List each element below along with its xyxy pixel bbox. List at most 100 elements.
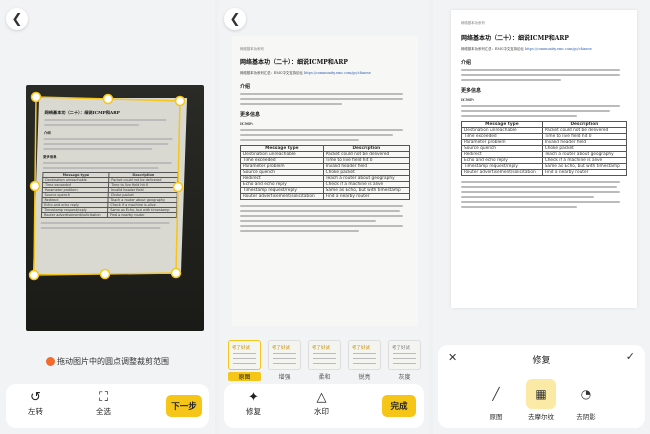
text-line	[240, 210, 400, 212]
thumb-line	[393, 363, 416, 364]
thumb-line	[233, 353, 256, 354]
thumb-text: 考了好试	[312, 346, 330, 351]
select-all-button[interactable]: ⛶ 全选	[96, 390, 111, 417]
table-cell: Same as Echo, but with timestamp	[322, 187, 411, 194]
pen-icon: ╱	[492, 387, 500, 401]
doc-section: 介绍	[240, 84, 251, 90]
back-button[interactable]: ❮	[6, 8, 28, 30]
thumb-line	[353, 358, 376, 359]
filter-sharp[interactable]: 考了好试 锐亮	[348, 340, 381, 381]
thumb-text: 考了好试	[272, 346, 290, 351]
thumb-line	[233, 358, 256, 359]
thumb-line	[273, 358, 296, 359]
tool-label: 水印	[314, 407, 329, 416]
text-line	[240, 98, 404, 100]
done-button[interactable]: 完成	[382, 395, 416, 417]
text-line	[461, 105, 621, 107]
moire-icon: ▦	[526, 379, 556, 409]
crop-handle-bottom-left[interactable]	[28, 269, 40, 281]
doc-source: 网络基本功系列汇总：EMC中文支持论坛 https://community.em…	[240, 70, 410, 75]
thumb-line	[393, 353, 416, 354]
text-line	[461, 69, 621, 71]
tool-label: 修复	[246, 407, 261, 416]
crop-handle-top-left[interactable]	[30, 91, 42, 103]
filter-strip: 考了好试 原图 考了好试 增强 考了好试 柔和 考了好试 锐亮 考了好试 灰度	[228, 340, 423, 381]
repair-option-shadow[interactable]: ◔ 去阴影	[566, 379, 606, 421]
text-line	[461, 110, 611, 112]
crop-handle-bottom-right[interactable]	[170, 267, 182, 279]
doc-source-link: https://community.emc.com/go/chinese	[524, 47, 592, 51]
repair-option-label: 去阴影	[576, 413, 596, 421]
filter-enhance[interactable]: 考了好试 增强	[268, 340, 301, 381]
text-line	[461, 181, 621, 183]
doc-section: 介绍	[461, 60, 472, 66]
crop-hint-text: 拖动图片中的圆点调整裁剪范围	[57, 357, 169, 366]
doc-title: 网络基本功（二十）：细说ICMP和ARP	[240, 59, 348, 66]
text-line	[461, 191, 621, 193]
text-line	[240, 225, 404, 227]
table-cell: Teach a router about geography	[541, 151, 628, 158]
icmp-table: Message type Description Destination unre…	[240, 145, 411, 200]
crop-frame	[28, 91, 186, 281]
repair-panel: ✕ 修复 ✓ ╱ 原图 ▦ 去摩尔纹 ◔ 去阴影	[438, 345, 645, 428]
text-line	[461, 186, 618, 188]
crop-handle-bottom[interactable]	[99, 268, 111, 280]
icmp-table: Message type Description Destination unre…	[461, 121, 628, 176]
select-all-icon: ⛶	[98, 390, 109, 405]
crop-toolbar: ↺ 左转 ⛶ 全选 下一步	[6, 384, 209, 428]
text-line	[240, 205, 404, 207]
filter-grayscale[interactable]: 考了好试 灰度	[388, 340, 421, 381]
next-step-button[interactable]: 下一步	[166, 395, 202, 417]
doc-title: 网络基本功（二十）：细说ICMP和ARP	[461, 35, 569, 42]
thumb-line	[273, 363, 296, 364]
filter-thumbnail: 考了好试	[388, 340, 421, 370]
repair-icon: ✦	[248, 390, 259, 405]
repair-option-original[interactable]: ╱ 原图	[476, 379, 516, 421]
back-button[interactable]: ❮	[224, 8, 246, 30]
filter-original[interactable]: 考了好试 原图	[228, 340, 261, 381]
crop-handle-top[interactable]	[102, 93, 114, 105]
repair-option-label: 去摩尔纹	[528, 413, 554, 421]
filter-soft[interactable]: 考了好试 柔和	[308, 340, 341, 381]
thumb-line	[273, 353, 296, 354]
filter-thumbnail: 考了好试	[348, 340, 381, 370]
crop-handle-top-right[interactable]	[174, 95, 186, 107]
filter-label: 柔和	[318, 374, 331, 381]
table-row: Destination unreachable Packet could not …	[461, 127, 628, 134]
crop-handle-left[interactable]	[29, 180, 41, 192]
table-cell: Router advertisement/solicitation	[240, 193, 324, 200]
text-line	[240, 220, 376, 222]
filter-label: 增强	[278, 374, 291, 381]
thumb-text: 考了好试	[352, 346, 370, 351]
doc-section: 更多信息	[240, 112, 261, 118]
text-line	[461, 206, 578, 208]
filter-thumbnail: 考了好试	[268, 340, 301, 370]
crop-handle-right[interactable]	[172, 181, 184, 193]
filter-screen: ❮ 网络基本功系列 网络基本功（二十）：细说ICMP和ARP 网络基本功系列汇总…	[218, 0, 430, 434]
repair-button[interactable]: ✦ 修复	[246, 390, 261, 417]
doc-section: 更多信息	[461, 88, 482, 94]
table-row: Destination unreachable Packet could not …	[240, 151, 411, 158]
thumb-line	[353, 363, 376, 364]
shadow-icon: ◔	[580, 387, 592, 401]
filter-toolbar: ✦ 修复 △ 水印 完成	[224, 384, 424, 428]
check-icon[interactable]: ✓	[626, 350, 635, 363]
table-cell: Router advertisement/solicitation	[461, 169, 543, 176]
repair-option-moire[interactable]: ▦ 去摩尔纹	[521, 379, 561, 421]
text-line	[461, 79, 561, 81]
watermark-button[interactable]: △ 水印	[314, 390, 329, 417]
rotate-left-button[interactable]: ↺ 左转	[28, 390, 43, 417]
rotate-left-icon: ↺	[30, 390, 41, 405]
text-line	[240, 230, 359, 232]
thumb-line	[313, 363, 336, 364]
text-line	[240, 103, 342, 105]
document-preview: 网络基本功系列 网络基本功（二十）：细说ICMP和ARP 网络基本功系列汇总：E…	[451, 10, 637, 308]
thumb-line	[313, 353, 336, 354]
thumb-text: 考了好试	[232, 346, 250, 351]
table-row: Echo and echo reply Check if a machine is…	[461, 157, 628, 164]
doc-source-prefix: 网络基本功系列汇总：EMC中文支持论坛	[461, 47, 524, 51]
document-preview: 网络基本功系列 网络基本功（二十）：细说ICMP和ARP 网络基本功系列汇总：E…	[232, 36, 418, 326]
filter-label: 原图	[228, 372, 261, 381]
text-line	[461, 201, 621, 203]
table-cell: Find a nearby router	[541, 169, 628, 176]
